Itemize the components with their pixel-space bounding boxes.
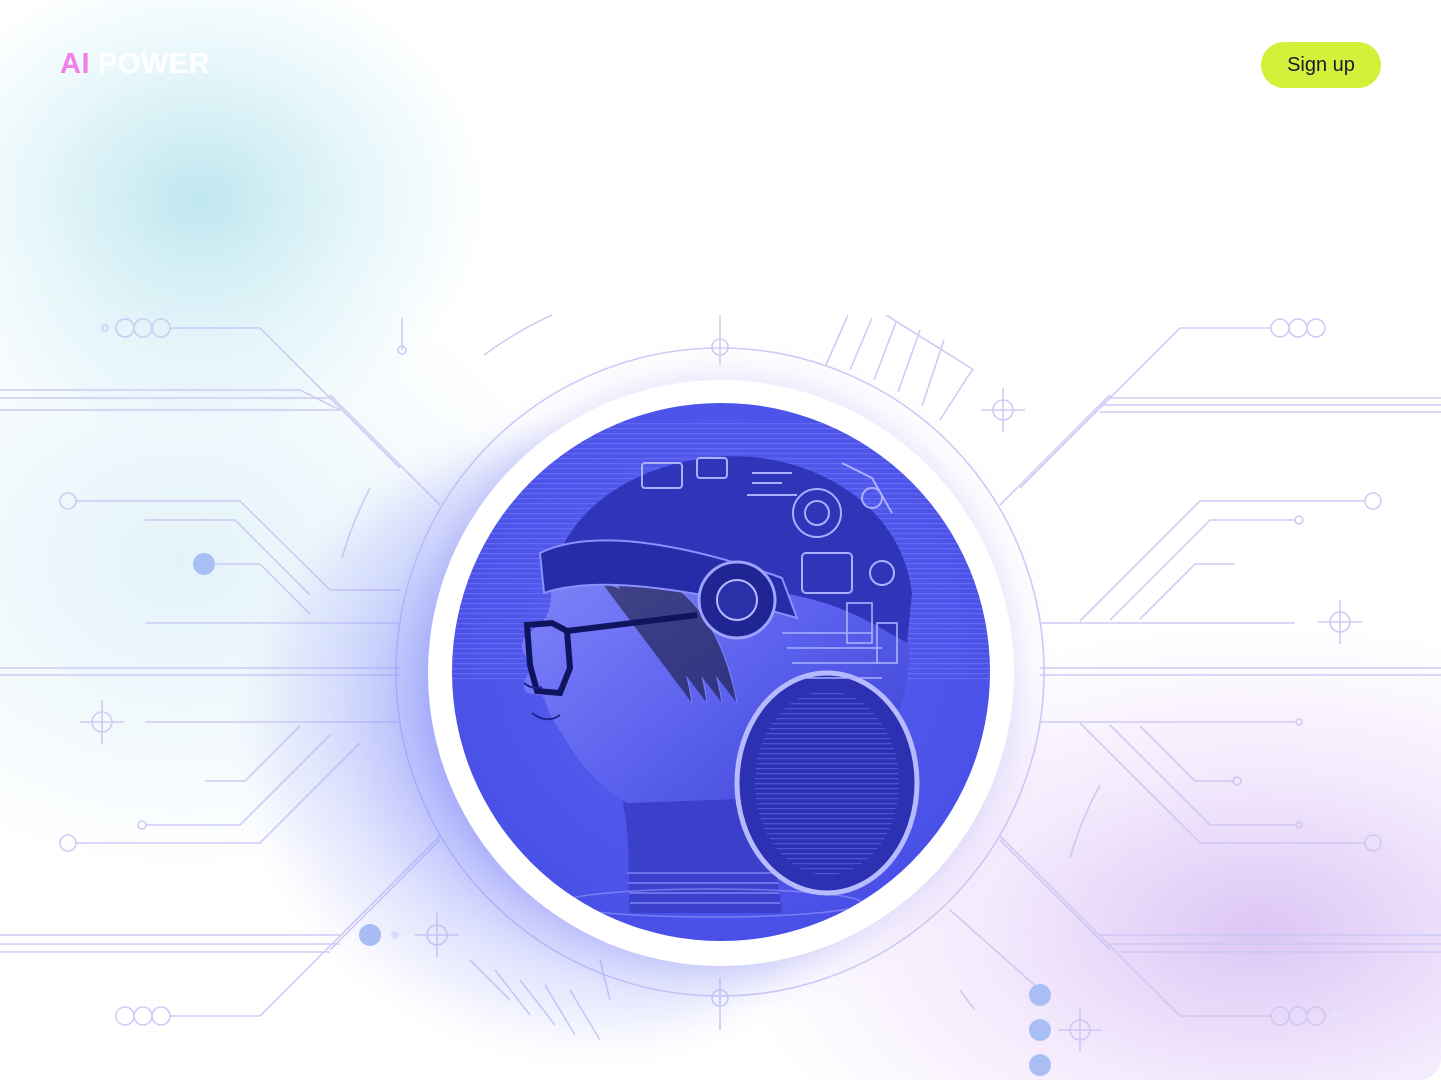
main-nav: Home — [500, 52, 553, 75]
brand-logo-ai: AI — [60, 48, 90, 80]
nav-item-home[interactable]: Home — [500, 52, 553, 75]
brand-logo-power: POWER — [98, 48, 211, 80]
signup-button[interactable]: Sign up — [1261, 42, 1381, 88]
brand-logo[interactable]: AI POWER — [60, 48, 210, 81]
hero-page: AI POWER Home Sign up — [0, 0, 1441, 1080]
ai-portrait-image — [452, 403, 990, 941]
top-navbar: AI POWER Home Sign up — [0, 0, 1441, 130]
